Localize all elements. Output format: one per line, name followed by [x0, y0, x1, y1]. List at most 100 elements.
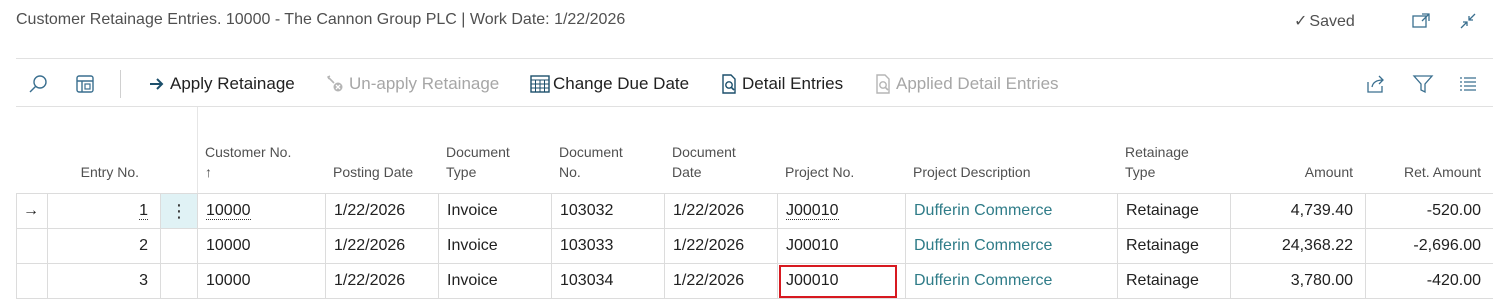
unapply-retainage-label: Un-apply Retainage	[349, 74, 500, 93]
column-header-label: Entry No.	[80, 164, 139, 180]
document-date-cell: 1/22/2026	[664, 194, 777, 229]
entry-no-cell[interactable]: 1	[47, 194, 160, 229]
document-no-cell: 103033	[551, 229, 664, 264]
amount-cell: 24,368.22	[1230, 229, 1365, 264]
detail-entries-button[interactable]: Detail Entries	[718, 64, 843, 104]
document-no-cell: 103032	[551, 194, 664, 229]
arrow-right-icon	[146, 73, 168, 95]
column-header-text: Document	[672, 144, 736, 160]
collapse-icon[interactable]	[1457, 10, 1479, 32]
layout-icon	[74, 73, 96, 95]
customer-no-cell[interactable]: 10000	[197, 229, 325, 264]
column-header-label: Posting Date	[333, 164, 414, 180]
detail-entries-label: Detail Entries	[742, 74, 844, 93]
title-bar: Customer Retainage Entries. 10000 - The …	[0, 0, 1493, 44]
row-selector[interactable]	[16, 229, 47, 264]
filter-button[interactable]	[1412, 64, 1436, 104]
customer-no-value[interactable]: 10000	[206, 202, 251, 220]
column-header-label: Customer No. ↑	[205, 142, 291, 182]
column-header-project-no[interactable]: Project No.	[777, 107, 905, 194]
applied-detail-entries-button[interactable]: Applied Detail Entries	[872, 64, 1059, 104]
retainage-type-cell: Retainage	[1117, 194, 1230, 229]
column-header-document-date[interactable]: Document Date	[664, 107, 777, 194]
row-selector[interactable]	[16, 264, 47, 299]
customer-no-cell[interactable]: 10000	[197, 194, 325, 229]
column-header-posting-date[interactable]: Posting Date	[325, 107, 437, 194]
table-row[interactable]: 3 10000 1/22/2026 Invoice 103034 1/22/20…	[0, 264, 1493, 299]
sort-ascending-icon: ↑	[205, 164, 212, 180]
document-no-cell: 103034	[551, 264, 664, 299]
customer-no-cell[interactable]: 10000	[197, 264, 325, 299]
change-due-date-button[interactable]: Change Due Date	[529, 64, 689, 104]
entry-no-cell[interactable]: 3	[47, 264, 160, 299]
layout-button[interactable]	[74, 64, 98, 104]
document-type-cell: Invoice	[438, 194, 551, 229]
column-header-label: Document No.	[559, 142, 623, 182]
project-description-link[interactable]: Dufferin Commerce	[905, 194, 1117, 229]
row-selector[interactable]: →	[16, 194, 47, 229]
table-row[interactable]: 2 10000 1/22/2026 Invoice 103033 1/22/20…	[0, 229, 1493, 264]
column-header-label: Ret. Amount	[1403, 164, 1481, 180]
apply-retainage-label: Apply Retainage	[170, 74, 295, 93]
filter-icon	[1412, 73, 1434, 95]
column-header-retainage-type[interactable]: Retainage Type	[1117, 107, 1229, 194]
column-header-amount[interactable]: Amount	[1230, 107, 1365, 194]
title-divider	[16, 58, 1493, 59]
column-header-text: Type	[1125, 164, 1156, 180]
document-type-cell: Invoice	[438, 229, 551, 264]
column-header-project-description[interactable]: Project Description	[905, 107, 1117, 194]
column-header-document-type[interactable]: Document Type	[438, 107, 550, 194]
entry-no-cell[interactable]: 2	[47, 229, 160, 264]
document-search-icon	[872, 73, 894, 95]
apply-retainage-button[interactable]: Apply Retainage	[146, 64, 295, 104]
search-button[interactable]	[27, 64, 51, 104]
entry-no-value[interactable]: 1	[139, 202, 148, 220]
open-in-new-window-icon[interactable]	[1410, 10, 1432, 32]
row-actions-cell[interactable]	[160, 264, 197, 299]
table-row[interactable]: → 1 ⋮ 10000 1/22/2026 Invoice 103032 1/2…	[0, 194, 1493, 229]
document-date-cell: 1/22/2026	[664, 229, 777, 264]
highlight-box	[779, 265, 897, 298]
row-actions-button[interactable]: ⋮	[160, 194, 197, 229]
column-header-label: Project Description	[913, 164, 1031, 180]
applied-detail-entries-label: Applied Detail Entries	[896, 74, 1059, 93]
unapply-retainage-button[interactable]: Un-apply Retainage	[325, 64, 499, 104]
list-icon	[1457, 73, 1479, 95]
list-view-button[interactable]	[1457, 64, 1481, 104]
change-due-date-label: Change Due Date	[553, 74, 690, 93]
unapply-icon	[325, 73, 347, 95]
column-header-text: Type	[446, 164, 477, 180]
project-no-cell[interactable]: J00010	[777, 229, 905, 264]
document-date-cell: 1/22/2026	[664, 264, 777, 299]
project-description-link[interactable]: Dufferin Commerce	[905, 264, 1117, 299]
calendar-icon	[529, 73, 551, 95]
share-icon	[1365, 73, 1387, 95]
project-no-cell[interactable]: J00010	[777, 194, 905, 229]
saved-status: ✓ Saved	[1294, 11, 1355, 31]
column-header-label: Project No.	[785, 164, 855, 180]
action-bar: Apply Retainage Un-apply Retainage Chang…	[0, 64, 1493, 104]
ret-amount-cell: -520.00	[1365, 194, 1493, 229]
search-icon	[27, 73, 49, 95]
row-actions-cell[interactable]	[160, 229, 197, 264]
column-header-label: Retainage Type	[1125, 142, 1189, 182]
column-header-ret-amount[interactable]: Ret. Amount	[1365, 107, 1493, 194]
column-header-text: Customer No.	[205, 144, 292, 160]
retainage-type-cell: Retainage	[1117, 229, 1230, 264]
share-button[interactable]	[1365, 64, 1389, 104]
column-header-label: Amount	[1304, 164, 1353, 180]
column-header-label: Document Type	[446, 142, 510, 182]
page-title: Customer Retainage Entries. 10000 - The …	[16, 11, 626, 28]
column-header-document-no[interactable]: Document No.	[551, 107, 664, 194]
column-header-label: Document Date	[672, 142, 736, 182]
column-header-text: No.	[559, 164, 581, 180]
project-no-value[interactable]: J00010	[786, 202, 839, 220]
column-header-customer-no[interactable]: Customer No. ↑	[197, 107, 325, 194]
column-header-text: Document	[446, 144, 510, 160]
toolbar-separator	[120, 70, 121, 98]
saved-label: Saved	[1309, 13, 1355, 30]
column-header-entry-no[interactable]: Entry No.	[47, 107, 151, 194]
project-description-link[interactable]: Dufferin Commerce	[905, 229, 1117, 264]
retainage-type-cell: Retainage	[1117, 264, 1230, 299]
posting-date-cell: 1/22/2026	[325, 194, 438, 229]
